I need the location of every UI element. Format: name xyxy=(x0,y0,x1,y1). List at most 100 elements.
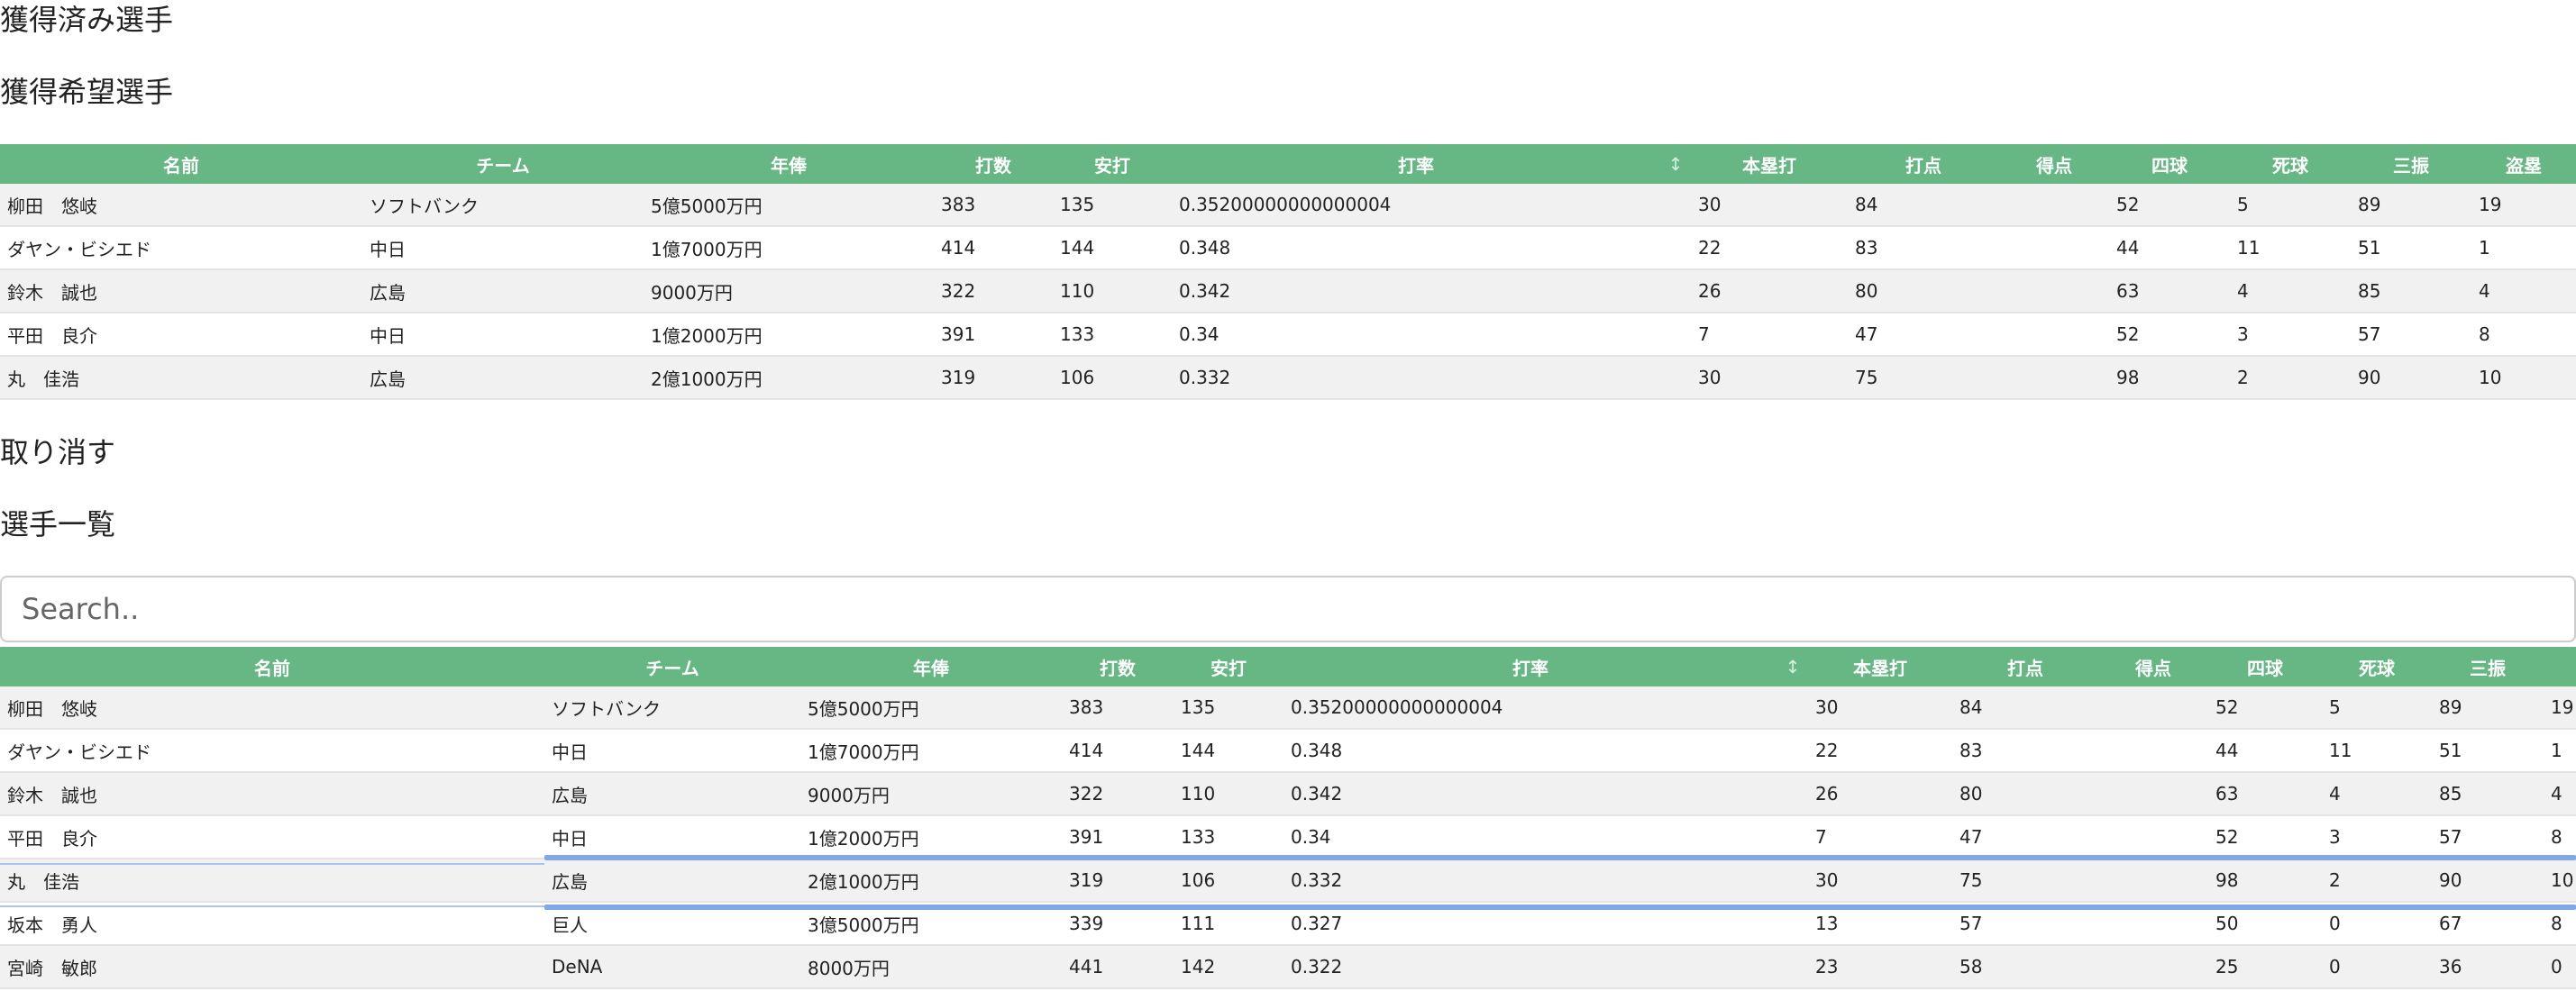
table-cell: 106 xyxy=(1053,356,1172,400)
table-cell: 98 xyxy=(2109,356,2230,400)
table-cell xyxy=(1660,184,1691,227)
table-cell: 2 xyxy=(2230,356,2351,400)
table-cell: 63 xyxy=(2208,772,2322,816)
table-cell: 90 xyxy=(2351,356,2471,400)
table-cell xyxy=(1999,356,2109,400)
column-header-at-bats[interactable]: 打数 xyxy=(934,144,1053,184)
table-cell xyxy=(1999,184,2109,227)
column-header-runs[interactable]: 得点 xyxy=(2098,647,2208,686)
column-header-home-runs[interactable]: 本塁打 xyxy=(1808,647,1952,686)
table-cell xyxy=(1777,729,1808,773)
table-cell: 広島 xyxy=(544,859,800,903)
player-list-heading: 選手一覧 xyxy=(0,507,116,541)
table-cell: 322 xyxy=(1062,772,1174,816)
column-header-hit-by-pitch[interactable]: 死球 xyxy=(2230,144,2351,184)
table-cell: 36 xyxy=(2432,945,2544,989)
table-cell: 142 xyxy=(1174,945,1283,989)
table-cell: 135 xyxy=(1174,686,1283,730)
table-cell xyxy=(1777,815,1808,859)
column-header-strikeouts[interactable]: 三振 xyxy=(2351,144,2471,184)
cancel-button[interactable]: 取り消す xyxy=(0,434,115,470)
column-header-walks[interactable]: 四球 xyxy=(2208,647,2322,686)
table-cell: DeNA xyxy=(544,945,800,989)
table-cell: 47 xyxy=(1848,313,1999,357)
column-header-home-runs[interactable]: 本塁打 xyxy=(1691,144,1848,184)
table-row[interactable]: 丸 佳浩 広島 2億1000万円 319 106 0.332 30 75 98 2 90 10 xyxy=(0,356,2576,400)
table-row[interactable]: 平田 良介 中日 1億2000万円 391 133 0.34 7 47 52 3 57 8 xyxy=(0,313,2576,357)
column-header-batting-average[interactable]: 打率 xyxy=(1172,144,1660,184)
table-row[interactable]: 宮崎 敏郎 DeNA 8000万円 441 142 0.322 23 58 25 0 36 0 xyxy=(0,945,2576,989)
table-cell: 9000万円 xyxy=(800,772,1062,816)
table-cell xyxy=(1999,269,2109,314)
table-cell: 47 xyxy=(1952,815,2098,859)
table-cell: 84 xyxy=(1952,686,2098,730)
table-cell: 4 xyxy=(2322,772,2432,816)
table-row[interactable]: 鈴木 誠也 広島 9000万円 322 110 0.342 26 80 63 4 85 4 xyxy=(0,269,2576,314)
column-header-strikeouts[interactable]: 三振 xyxy=(2432,647,2544,686)
table-cell: 391 xyxy=(934,313,1053,357)
column-header-team[interactable]: チーム xyxy=(544,647,800,686)
table-row[interactable]: 柳田 悠岐 ソフトバンク 5億5000万円 383 135 0.3520000000000… xyxy=(0,686,2576,730)
table-cell: 75 xyxy=(1848,356,1999,400)
table-cell: 19 xyxy=(2471,184,2576,227)
table-cell: ソフトバンク xyxy=(362,184,644,227)
table-row[interactable]: 鈴木 誠也 広島 9000万円 322 110 0.342 26 80 63 4 85 4 xyxy=(0,772,2576,816)
player-list-table: 名前 チーム 年俸 打数 安打 打率 ↕ 本塁打 打点 得点 四球 死球 三振 … xyxy=(0,647,2576,989)
column-header-batting-average[interactable]: 打率 xyxy=(1283,647,1777,686)
column-header-salary[interactable]: 年俸 xyxy=(644,144,934,184)
search-input[interactable] xyxy=(0,576,2576,642)
table-cell: 133 xyxy=(1174,815,1283,859)
table-cell: 10 xyxy=(2471,356,2576,400)
table-cell: 319 xyxy=(1062,859,1174,903)
table-cell: 0.342 xyxy=(1172,269,1660,314)
sort-arrows-icon[interactable]: ↕ xyxy=(1660,144,1691,184)
column-header-hits[interactable]: 安打 xyxy=(1174,647,1283,686)
table-row[interactable]: ダヤン・ビシエド 中日 1億7000万円 414 144 0.348 22 83 44 11 51 1 xyxy=(0,226,2576,270)
column-header-team[interactable]: チーム xyxy=(362,144,644,184)
table-cell: 23 xyxy=(1808,945,1952,989)
table-cell: 90 xyxy=(2432,859,2544,903)
table-row[interactable]: ダヤン・ビシエド 中日 1億7000万円 414 144 0.348 22 83 44 11 51 1 xyxy=(0,729,2576,773)
drop-indicator-line xyxy=(544,905,2576,910)
player-list-table-body: 柳田 悠岐 ソフトバンク 5億5000万円 383 135 0.3520000000000… xyxy=(0,686,2576,989)
column-header-name[interactable]: 名前 xyxy=(0,144,362,184)
table-cell: 144 xyxy=(1174,729,1283,773)
table-cell: 柳田 悠岐 xyxy=(0,686,544,730)
column-header-hit-by-pitch[interactable]: 死球 xyxy=(2322,647,2432,686)
column-header-runs[interactable]: 得点 xyxy=(1999,144,2109,184)
table-cell: 2億1000万円 xyxy=(644,356,934,400)
column-header-at-bats[interactable]: 打数 xyxy=(1062,647,1174,686)
table-cell: 80 xyxy=(1952,772,2098,816)
column-header-stolen-bases[interactable]: 盗塁 xyxy=(2471,144,2576,184)
table-cell: 8 xyxy=(2471,313,2576,357)
table-cell: 5 xyxy=(2230,184,2351,227)
table-cell xyxy=(2098,729,2208,773)
table-cell: 58 xyxy=(1952,945,2098,989)
table-cell: 9000万円 xyxy=(644,269,934,314)
table-cell: 19 xyxy=(2544,686,2576,730)
column-header-rbi[interactable]: 打点 xyxy=(1952,647,2098,686)
table-cell: 80 xyxy=(1848,269,1999,314)
table-cell: 0.322 xyxy=(1283,945,1777,989)
table-cell xyxy=(1777,945,1808,989)
table-cell: 83 xyxy=(1952,729,2098,773)
sort-arrows-icon[interactable]: ↕ xyxy=(1777,647,1808,686)
table-cell xyxy=(1660,269,1691,314)
table-cell: 57 xyxy=(2432,815,2544,859)
table-row[interactable]: 平田 良介 中日 1億2000万円 391 133 0.34 7 47 52 3 57 8 xyxy=(0,815,2576,859)
column-header-hits[interactable]: 安打 xyxy=(1053,144,1172,184)
table-cell: 中日 xyxy=(544,815,800,859)
column-header-stolen-bases[interactable]: 盗塁 xyxy=(2544,647,2576,686)
table-cell: 83 xyxy=(1848,226,1999,270)
column-header-salary[interactable]: 年俸 xyxy=(800,647,1062,686)
column-header-walks[interactable]: 四球 xyxy=(2109,144,2230,184)
column-header-name[interactable]: 名前 xyxy=(0,647,544,686)
table-row[interactable]: 柳田 悠岐 ソフトバンク 5億5000万円 383 135 0.3520000000000… xyxy=(0,184,2576,227)
table-row[interactable]: 丸 佳浩 広島 2億1000万円 319 106 0.332 30 75 98 2 90 10 xyxy=(0,859,2576,903)
table-cell: 44 xyxy=(2109,226,2230,270)
table-cell: 30 xyxy=(1808,686,1952,730)
column-header-rbi[interactable]: 打点 xyxy=(1848,144,1999,184)
table-cell: 1億7000万円 xyxy=(644,226,934,270)
table-cell: 383 xyxy=(934,184,1053,227)
table-cell: 8 xyxy=(2544,815,2576,859)
